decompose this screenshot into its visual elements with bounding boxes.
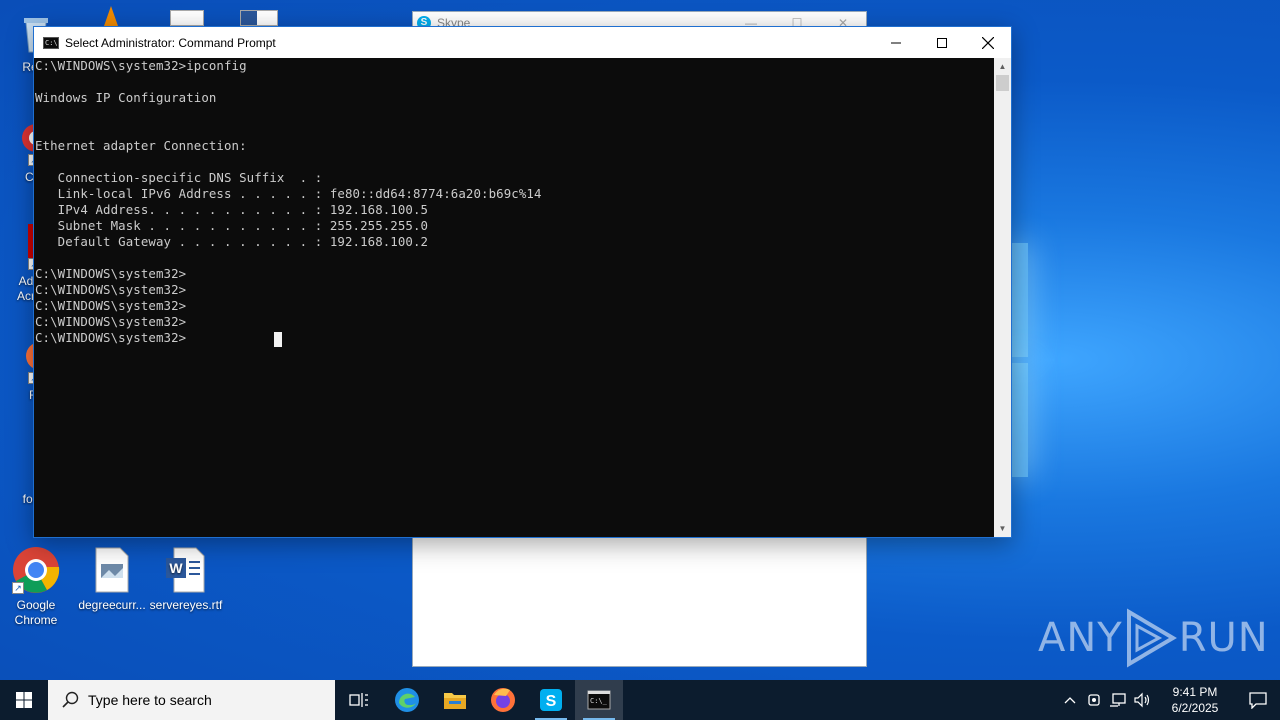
cmd-window-controls	[873, 27, 1011, 58]
wallpaper-logo-upper	[1012, 243, 1028, 357]
shortcut-arrow-icon: ↗	[12, 582, 24, 594]
taskbar-command-prompt[interactable]: C:\_	[575, 680, 623, 720]
desktop-icon-label: degreecurr...	[78, 598, 146, 612]
taskbar-edge[interactable]	[383, 680, 431, 720]
taskbar-search-box[interactable]: Type here to search	[48, 680, 335, 720]
task-view-icon	[349, 693, 368, 707]
taskbar-firefox[interactable]	[479, 680, 527, 720]
console-line: C:\WINDOWS\system32>	[35, 330, 187, 345]
taskbar-skype[interactable]: S	[527, 680, 575, 720]
tray-app-button[interactable]	[1082, 680, 1106, 720]
close-button[interactable]	[965, 27, 1011, 58]
scroll-thumb[interactable]	[996, 75, 1009, 91]
network-icon	[1110, 693, 1126, 707]
task-view-button[interactable]	[335, 680, 383, 720]
windows-logo-icon	[16, 692, 32, 708]
console-line: C:\WINDOWS\system32>	[35, 298, 187, 313]
volume-button[interactable]	[1130, 680, 1154, 720]
watermark-text-left: ANY	[1038, 615, 1123, 661]
console-output[interactable]: C:\WINDOWS\system32>ipconfig Windows IP C…	[34, 58, 994, 537]
cmd-window-title: Select Administrator: Command Prompt	[65, 35, 276, 50]
firefox-icon	[491, 688, 515, 712]
console-line: Windows IP Configuration	[35, 90, 217, 105]
minimize-icon	[891, 42, 901, 43]
play-logo-icon	[1126, 608, 1177, 668]
console-line: Default Gateway . . . . . . . . . : 192.…	[35, 234, 429, 249]
image-file-icon	[88, 546, 136, 594]
chevron-up-icon	[1064, 697, 1076, 704]
cmd-app-icon: C:\	[43, 36, 59, 49]
text-cursor	[274, 332, 282, 347]
taskbar-file-explorer[interactable]	[431, 680, 479, 720]
wallpaper-logo-lower	[1012, 363, 1028, 477]
desktop-icon-label: servereyes.rtf	[149, 598, 223, 612]
chrome-icon: ↗	[12, 546, 60, 594]
desktop-icon-google-chrome[interactable]: ↗ Google Chrome	[0, 546, 74, 628]
console-line: Connection-specific DNS Suffix . :	[35, 170, 323, 185]
maximize-button[interactable]	[919, 27, 965, 58]
speaker-icon	[1134, 692, 1150, 708]
folder-icon	[444, 693, 466, 709]
svg-text:W: W	[169, 560, 183, 576]
desktop-icon-partial-vlc[interactable]	[104, 6, 118, 26]
desktop-icon-partial-word[interactable]	[240, 10, 278, 26]
watermark-text-right: RUN	[1178, 615, 1269, 661]
start-button[interactable]	[0, 680, 48, 720]
console-line: C:\WINDOWS\system32>	[35, 314, 187, 329]
console-line: C:\WINDOWS\system32>	[35, 266, 187, 281]
console-line: Link-local IPv6 Address . . . . . : fe80…	[35, 186, 542, 201]
desktop-icon-degreecurr[interactable]: degreecurr...	[74, 546, 150, 613]
search-placeholder: Type here to search	[88, 692, 212, 708]
close-icon	[982, 36, 994, 49]
anyrun-watermark: ANY RUN	[1038, 608, 1269, 668]
cmd-titlebar[interactable]: C:\ Select Administrator: Command Prompt	[34, 27, 1011, 58]
console-line: C:\WINDOWS\system32>	[35, 282, 187, 297]
minimize-button[interactable]	[873, 27, 919, 58]
svg-text:S: S	[546, 693, 557, 710]
taskbar-clock[interactable]: 9:41 PM 6/2/2025	[1160, 684, 1230, 716]
scroll-up-button[interactable]: ▲	[994, 58, 1011, 75]
console-line: IPv4 Address. . . . . . . . . . . : 192.…	[35, 202, 429, 217]
command-prompt-window[interactable]: C:\ Select Administrator: Command Prompt…	[33, 26, 1012, 538]
taskbar: Type here to search S C:\_ 9:41 PM 6/2/2…	[0, 680, 1280, 720]
console-line: C:\WINDOWS\system32>ipconfig	[35, 58, 247, 73]
svg-text:C:\_: C:\_	[590, 697, 608, 705]
desktop-icon-partial-file[interactable]	[170, 10, 204, 26]
desktop-icon-servereyes-rtf[interactable]: W servereyes.rtf	[148, 546, 224, 613]
desktop-icon-label: Ad Acr	[17, 274, 35, 303]
vertical-scrollbar[interactable]: ▲ ▼	[994, 58, 1011, 537]
maximize-icon	[937, 37, 947, 48]
tray-app-icon	[1088, 694, 1100, 706]
notification-icon	[1249, 692, 1267, 709]
network-button[interactable]	[1106, 680, 1130, 720]
scroll-down-button[interactable]: ▼	[994, 520, 1011, 537]
clock-date: 6/2/2025	[1171, 701, 1219, 715]
word-document-icon: W	[162, 546, 210, 594]
edge-icon	[395, 688, 419, 712]
skype-icon: S	[540, 689, 562, 711]
console-line: Ethernet adapter Connection:	[35, 138, 247, 153]
console-line: Subnet Mask . . . . . . . . . . . : 255.…	[35, 218, 429, 233]
system-tray: 9:41 PM 6/2/2025	[1058, 680, 1280, 720]
action-center-button[interactable]	[1236, 680, 1280, 720]
show-hidden-icons-button[interactable]	[1058, 680, 1082, 720]
command-prompt-icon: C:\_	[587, 690, 611, 710]
desktop-icon-label: Google Chrome	[14, 598, 58, 627]
search-icon	[62, 691, 79, 708]
clock-time: 9:41 PM	[1172, 685, 1218, 699]
